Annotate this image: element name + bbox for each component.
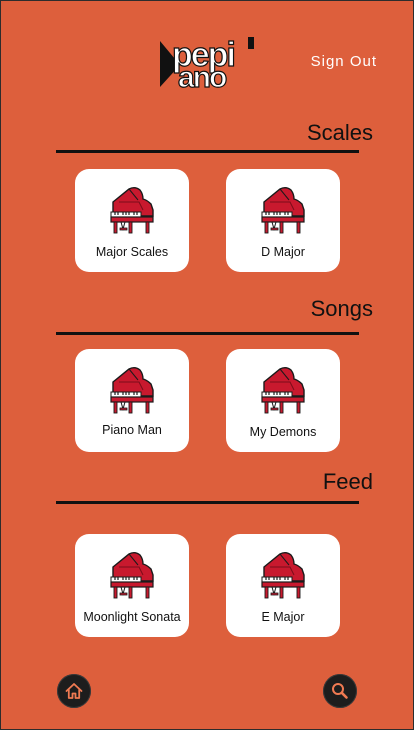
card-label: E Major [261,610,305,624]
card-my-demons[interactable]: My Demons [226,349,340,452]
pepiano-logo: pepi ano [158,35,256,95]
grand-piano-icon [260,551,306,601]
logo-mark: pepi ano [160,35,254,95]
grand-piano-icon [260,186,306,236]
card-label: My Demons [249,425,317,439]
home-button[interactable] [57,674,91,708]
section-title-scales: Scales [306,120,373,145]
app-screen: pepi ano Sign Out Scales Major Scales D … [0,0,414,730]
card-label: D Major [261,245,305,259]
sign-out-button[interactable]: Sign Out [311,53,377,70]
section-divider [56,501,359,504]
section-title-songs: Songs [310,296,373,321]
card-label: Moonlight Sonata [83,610,181,624]
logo-text-bottom: ano [178,61,227,91]
section-divider [56,332,359,335]
card-label: Piano Man [102,423,162,437]
card-piano-man[interactable]: Piano Man [75,349,189,452]
search-button[interactable] [323,674,357,708]
card-moonlight-sonata[interactable]: Moonlight Sonata [75,534,189,637]
search-icon [332,683,348,699]
card-e-major[interactable]: E Major [226,534,340,637]
card-d-major[interactable]: D Major [226,169,340,272]
home-icon [65,683,83,699]
grand-piano-icon [109,186,155,236]
section-title-feed: Feed [322,469,373,494]
card-label: Major Scales [95,245,169,259]
section-divider [56,150,359,153]
grand-piano-icon [109,366,155,416]
card-major-scales[interactable]: Major Scales [75,169,189,272]
grand-piano-icon [260,366,306,416]
grand-piano-icon [109,551,155,601]
